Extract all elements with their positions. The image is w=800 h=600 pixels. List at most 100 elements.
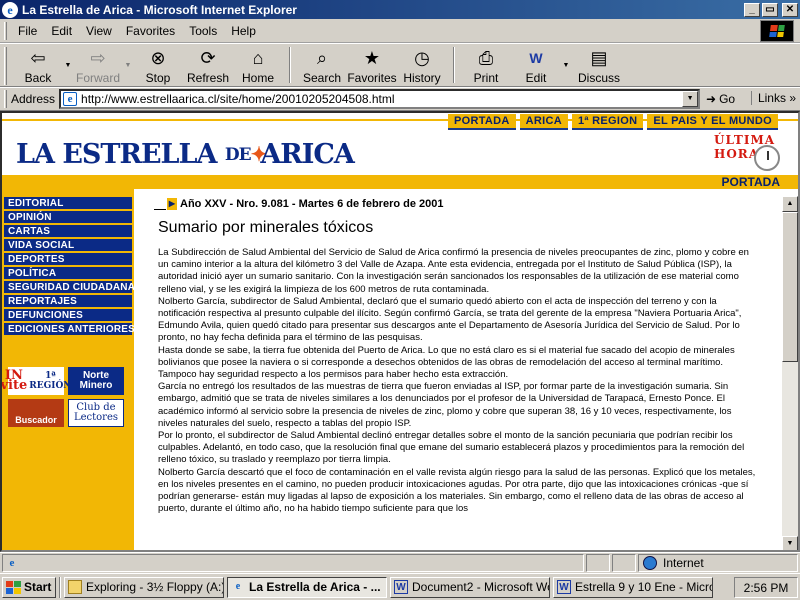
section-cartas[interactable]: CARTAS bbox=[4, 225, 132, 239]
discuss-icon: ▤ bbox=[590, 48, 608, 68]
favorites-button[interactable]: ★ Favorites bbox=[347, 44, 397, 86]
issue-info: Año XXV - Nro. 9.081 - Martes 6 de febre… bbox=[180, 198, 444, 210]
menu-file[interactable]: File bbox=[11, 24, 44, 38]
page-icon: e bbox=[63, 92, 78, 106]
stop-button[interactable]: ⊗ Stop bbox=[133, 44, 183, 86]
back-arrow-icon: ⇦ bbox=[30, 48, 46, 68]
refresh-icon: ⟳ bbox=[200, 48, 216, 68]
address-url[interactable]: http://www.estrellaarica.cl/site/home/20… bbox=[81, 92, 682, 106]
menu-bar: File Edit View Favorites Tools Help bbox=[0, 19, 800, 43]
section-deportes[interactable]: DEPORTES bbox=[4, 253, 132, 267]
menu-view[interactable]: View bbox=[79, 24, 119, 38]
clock-icon bbox=[754, 145, 780, 171]
article-headline: Sumario por minerales tóxicos bbox=[158, 219, 374, 236]
menu-edit[interactable]: Edit bbox=[44, 24, 79, 38]
status-cell bbox=[586, 554, 610, 572]
address-dropdown[interactable]: ▼ bbox=[682, 91, 699, 107]
section-vida-social[interactable]: VIDA SOCIAL bbox=[4, 239, 132, 253]
section-reportajes[interactable]: REPORTAJES bbox=[4, 295, 132, 309]
page-status-icon: e bbox=[9, 557, 15, 569]
status-text: e bbox=[2, 554, 584, 572]
menu-help[interactable]: Help bbox=[224, 24, 263, 38]
browser-viewport: PORTADA ARICA 1ª REGION EL PAIS Y EL MUN… bbox=[0, 111, 800, 552]
section-ediciones-anteriores[interactable]: EDICIONES ANTERIORES bbox=[4, 323, 135, 337]
site-logo[interactable]: LA ESTRELLA DE✦ARICA bbox=[16, 139, 355, 170]
history-button[interactable]: ◷ History bbox=[397, 44, 447, 86]
security-zone: Internet bbox=[638, 554, 798, 572]
toolbar-separator bbox=[289, 47, 291, 83]
article-paragraph: Hasta donde se sabe, la tierra fue obten… bbox=[158, 344, 735, 381]
task-estrella-word[interactable]: W Estrella 9 y 10 Ene - Micro... bbox=[553, 576, 713, 598]
status-cell bbox=[612, 554, 636, 572]
window-title-bar[interactable]: e La Estrella de Arica - Microsoft Inter… bbox=[0, 0, 800, 19]
ad-invite[interactable]: IN vite 1ª REGIÓN bbox=[2, 367, 72, 395]
forward-button[interactable]: ⇨ Forward bbox=[73, 44, 123, 86]
section-politica[interactable]: POLÍTICA bbox=[4, 267, 132, 281]
scroll-up-button[interactable]: ▲ bbox=[782, 196, 798, 212]
ad-club-lectores[interactable]: Club de Lectores bbox=[68, 399, 124, 427]
start-button[interactable]: Start bbox=[2, 576, 56, 598]
article-paragraph: Nolberto García, subdirector de Salud Am… bbox=[158, 295, 742, 344]
search-button[interactable]: ⌕ Search bbox=[297, 44, 347, 86]
refresh-button[interactable]: ⟳ Refresh bbox=[183, 44, 233, 86]
minimize-button[interactable]: _ bbox=[744, 2, 760, 17]
article-paragraph: García no entregó los resultados de las … bbox=[158, 381, 732, 429]
ad-banners: IN vite 1ª REGIÓN Norte Minero Buscador C… bbox=[2, 367, 124, 427]
system-clock[interactable]: 2:56 PM bbox=[734, 577, 798, 598]
taskbar: Start Exploring - 3½ Floppy (A:) e La Es… bbox=[0, 573, 800, 600]
ad-norte-minero[interactable]: Norte Minero bbox=[68, 367, 124, 395]
ie-icon: e bbox=[235, 581, 241, 592]
nav-tab-portada[interactable]: PORTADA bbox=[447, 114, 516, 130]
menu-tools[interactable]: Tools bbox=[182, 24, 224, 38]
back-dropdown[interactable]: ▼ bbox=[63, 44, 73, 86]
scroll-down-button[interactable]: ▼ bbox=[782, 536, 798, 550]
maximize-button[interactable]: ▭ bbox=[762, 2, 778, 17]
section-defunciones[interactable]: DEFUNCIONES bbox=[4, 309, 132, 323]
portada-bar: PORTADA bbox=[2, 175, 798, 189]
portada-label: PORTADA bbox=[721, 175, 780, 189]
scroll-thumb[interactable] bbox=[782, 212, 798, 362]
go-arrow-icon: ➜ bbox=[706, 92, 717, 106]
word-edit-icon: W bbox=[529, 50, 543, 66]
edit-button[interactable]: W Edit bbox=[511, 44, 561, 86]
ultima-hora-badge[interactable]: ÚLTIMA HORA bbox=[714, 133, 780, 175]
site-nav: PORTADA ARICA 1ª REGION EL PAIS Y EL MUN… bbox=[447, 114, 778, 130]
task-exploring-floppy[interactable]: Exploring - 3½ Floppy (A:) bbox=[64, 576, 224, 598]
home-icon: ⌂ bbox=[252, 48, 264, 68]
links-button[interactable]: Links » bbox=[750, 91, 796, 105]
address-input[interactable]: e http://www.estrellaarica.cl/site/home/… bbox=[59, 89, 701, 109]
article-paragraph: La Subdirección de Salud Ambiental del S… bbox=[158, 247, 749, 295]
nav-tab-pais-mundo[interactable]: EL PAIS Y EL MUNDO bbox=[647, 114, 778, 130]
back-button[interactable]: ⇦ Back bbox=[13, 44, 63, 86]
nav-tab-region[interactable]: 1ª REGION bbox=[571, 114, 644, 130]
home-button[interactable]: ⌂ Home bbox=[233, 44, 283, 86]
stop-icon: ⊗ bbox=[150, 48, 166, 68]
section-seguridad[interactable]: SEGURIDAD CIUDADANA bbox=[4, 281, 135, 295]
ad-buscador[interactable]: Buscador bbox=[8, 399, 64, 427]
article-body: La Subdirección de Salud Ambiental del S… bbox=[158, 247, 758, 515]
task-estrella-ie[interactable]: e La Estrella de Arica - ... bbox=[227, 576, 387, 598]
section-nav: EDITORIAL OPINIÓN CARTAS VIDA SOCIAL DEP… bbox=[2, 189, 135, 550]
nav-tab-arica[interactable]: ARICA bbox=[519, 114, 568, 130]
printer-icon: ⎙ bbox=[478, 48, 494, 68]
menu-favorites[interactable]: Favorites bbox=[119, 24, 182, 38]
print-button[interactable]: ⎙ Print bbox=[461, 44, 511, 86]
edit-dropdown[interactable]: ▼ bbox=[561, 44, 571, 86]
article-paragraph: Nolberto García descartó que el foco de … bbox=[158, 466, 756, 515]
address-grip[interactable] bbox=[4, 90, 7, 108]
word-icon: W bbox=[394, 580, 408, 594]
go-button[interactable]: ➜ Go bbox=[706, 92, 735, 106]
close-button[interactable]: ✕ bbox=[782, 2, 798, 17]
vertical-scrollbar[interactable]: ▲ ▼ bbox=[782, 196, 798, 550]
section-opinion[interactable]: OPINIÓN bbox=[4, 211, 132, 225]
forward-dropdown[interactable]: ▼ bbox=[123, 44, 133, 86]
menu-grip[interactable] bbox=[4, 21, 7, 40]
toolbar-grip[interactable] bbox=[4, 47, 7, 85]
article: ▶ Año XXV - Nro. 9.081 - Martes 6 de feb… bbox=[154, 197, 782, 550]
word-icon: W bbox=[557, 580, 571, 594]
task-document2-word[interactable]: W Document2 - Microsoft Word bbox=[390, 576, 550, 598]
section-editorial[interactable]: EDITORIAL bbox=[4, 197, 132, 211]
site-header: PORTADA ARICA 1ª REGION EL PAIS Y EL MUN… bbox=[2, 113, 798, 189]
status-bar: e Internet bbox=[0, 552, 800, 573]
discuss-button[interactable]: ▤ Discuss bbox=[571, 44, 627, 86]
